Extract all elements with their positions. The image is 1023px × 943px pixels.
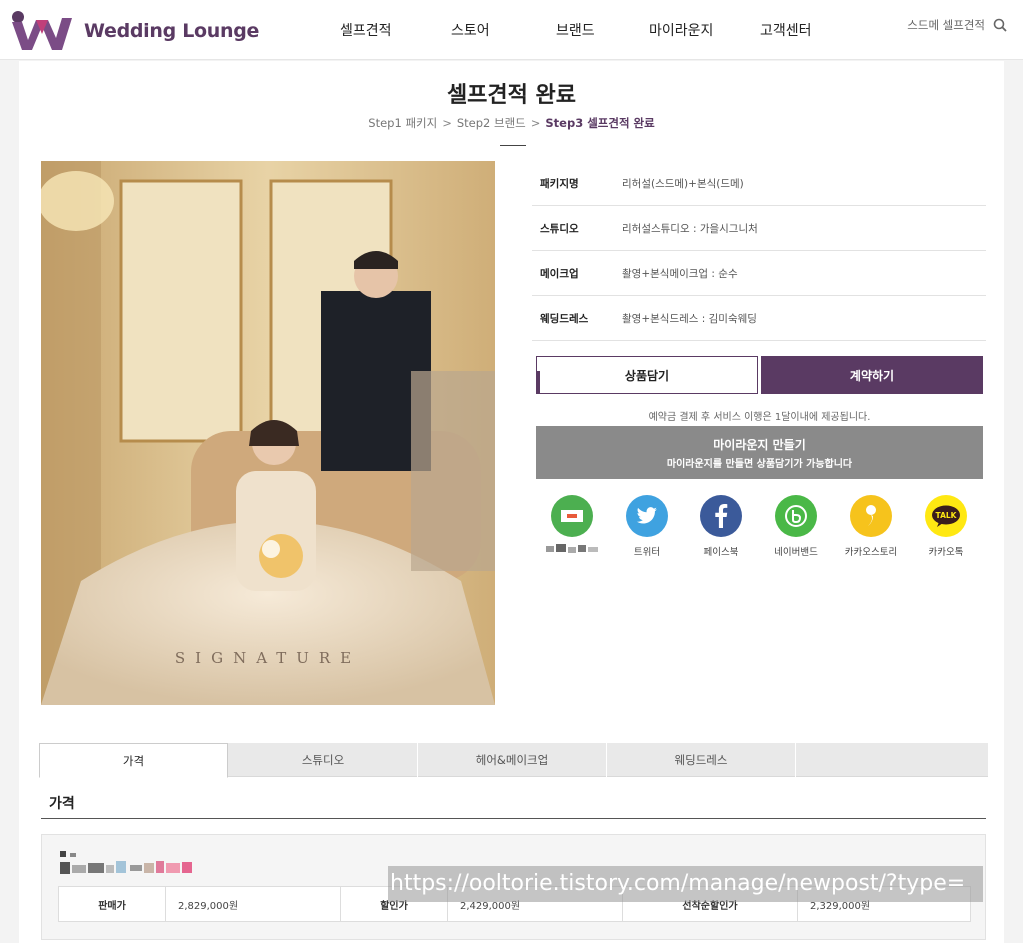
share-blurred[interactable] <box>537 495 607 557</box>
naver-band-icon <box>775 495 817 537</box>
info-value: 촬영+본식메이크업 : 순수 <box>622 267 738 280</box>
twitter-icon <box>626 495 668 537</box>
tab-studio[interactable]: 스튜디오 <box>229 743 418 777</box>
wedding-photo-illustration <box>41 161 495 705</box>
url-overlay: https://ooltorie.tistory.com/manage/newp… <box>388 866 983 902</box>
facebook-icon <box>700 495 742 537</box>
info-label: 웨딩드레스 <box>540 312 589 325</box>
blurred-product-name <box>60 851 192 874</box>
logo-mark-icon <box>12 11 72 50</box>
tab-price[interactable]: 가격 <box>39 743 228 778</box>
info-value: 리허설스튜디오 : 가을시그니처 <box>622 222 758 235</box>
share-label: 네이버밴드 <box>774 547 818 558</box>
breadcrumb: Step1 패키지 > Step2 브랜드 > Step3 셀프견적 완료 <box>0 115 1023 131</box>
title-underline <box>500 145 526 146</box>
main-nav: 셀프견적 스토어 브랜드 마이라운지 고객센터 <box>300 20 840 40</box>
share-kakao-talk[interactable]: TALK 카카오톡 <box>911 495 981 558</box>
svg-text:TALK: TALK <box>936 511 958 520</box>
nav-item-my-lounge[interactable]: 마이라운지 <box>649 20 713 40</box>
tab-hair-makeup[interactable]: 헤어&메이크업 <box>418 743 607 777</box>
nav-item-store[interactable]: 스토어 <box>451 20 490 40</box>
price-value-sale: 2,829,000원 <box>166 887 341 921</box>
info-label: 스튜디오 <box>540 222 579 235</box>
logo-text: Wedding Lounge <box>84 20 260 42</box>
share-label: 트위터 <box>633 547 661 558</box>
create-my-lounge-button[interactable]: 마이라운지 만들기 마이라운지를 만들면 상품담기가 가능합니다 <box>536 426 983 479</box>
nav-item-customer-center[interactable]: 고객센터 <box>760 20 812 40</box>
share-label: 카카오톡 <box>928 547 964 558</box>
info-row-dress: 웨딩드레스 촬영+본식드레스 : 김미숙웨딩 <box>532 296 986 341</box>
breadcrumb-step2: Step2 브랜드 <box>456 116 526 130</box>
blurred-share-icon <box>551 495 593 537</box>
search-icon[interactable] <box>993 18 1007 32</box>
share-twitter[interactable]: 트위터 <box>612 495 682 558</box>
info-label: 패키지명 <box>540 177 579 190</box>
logo[interactable]: Wedding Lounge <box>10 8 259 54</box>
info-label: 메이크업 <box>540 267 579 280</box>
share-kakao-story[interactable]: 카카오스토리 <box>836 495 906 558</box>
add-to-cart-button[interactable]: 상품담기 <box>536 356 758 394</box>
breadcrumb-separator: > <box>530 116 541 130</box>
page-title: 셀프견적 완료 <box>446 83 577 108</box>
share-label <box>537 544 607 557</box>
package-info-table: 패키지명 리허설(스드메)+본식(드메) 스튜디오 리허설스튜디오 : 가을시그… <box>532 161 986 341</box>
price-label-sale: 판매가 <box>59 887 166 921</box>
kakao-story-icon <box>850 495 892 537</box>
nav-item-self-estimate[interactable]: 셀프견적 <box>340 20 392 40</box>
lounge-button-title: 마이라운지 만들기 <box>713 437 806 452</box>
price-section-title: 가격 <box>49 796 75 812</box>
search-area[interactable]: 스드메 셀프견적 <box>907 17 1007 33</box>
service-notice: 예약금 결제 후 서비스 이행은 1달이내에 제공됩니다. <box>648 412 871 423</box>
search-input[interactable]: 스드메 셀프견적 <box>907 17 985 33</box>
info-row-studio: 스튜디오 리허설스튜디오 : 가을시그니처 <box>532 206 986 251</box>
kakao-talk-icon: TALK <box>925 495 967 537</box>
site-header: Wedding Lounge 셀프견적 스토어 브랜드 마이라운지 고객센터 스… <box>0 0 1023 60</box>
section-divider <box>41 818 986 819</box>
wedding-photo: SIGNATURE <box>41 161 495 705</box>
info-row-package: 패키지명 리허설(스드메)+본식(드메) <box>532 161 986 206</box>
breadcrumb-step3: Step3 셀프견적 완료 <box>545 116 655 130</box>
share-label: 페이스북 <box>703 547 739 558</box>
photo-watermark: SIGNATURE <box>174 649 362 667</box>
nav-item-brand[interactable]: 브랜드 <box>556 20 595 40</box>
share-naver-band[interactable]: 네이버밴드 <box>761 495 831 558</box>
contract-button[interactable]: 계약하기 <box>761 356 983 394</box>
lounge-button-subtitle: 마이라운지를 만들면 상품담기가 가능합니다 <box>666 458 853 470</box>
detail-tabs: 가격 스튜디오 헤어&메이크업 웨딩드레스 <box>39 743 988 778</box>
share-facebook[interactable]: 페이스북 <box>686 495 756 558</box>
info-value: 촬영+본식드레스 : 김미숙웨딩 <box>622 312 757 325</box>
tab-wedding-dress[interactable]: 웨딩드레스 <box>607 743 796 777</box>
breadcrumb-step1: Step1 패키지 <box>368 116 438 130</box>
share-label: 카카오스토리 <box>844 547 898 558</box>
info-row-makeup: 메이크업 촬영+본식메이크업 : 순수 <box>532 251 986 296</box>
breadcrumb-separator: > <box>442 116 452 130</box>
info-value: 리허설(스드메)+본식(드메) <box>622 177 744 190</box>
